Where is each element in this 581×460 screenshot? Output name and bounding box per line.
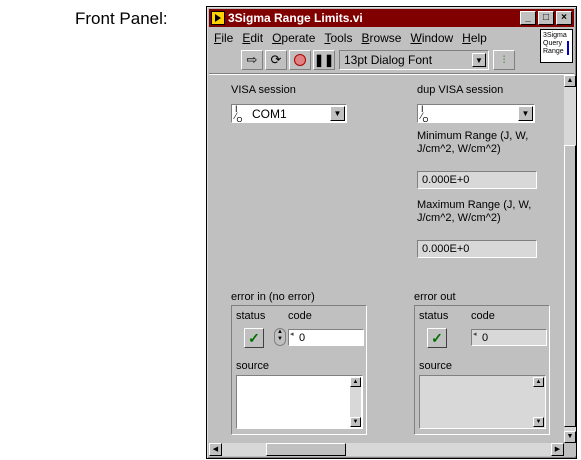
max-range-value: 0.000E+0 bbox=[422, 243, 470, 255]
error-out-code-label: code bbox=[471, 310, 495, 322]
dup-visa-session-label: dup VISA session bbox=[417, 84, 504, 96]
error-out-status-indicator: ✓ bbox=[427, 328, 447, 348]
panel-vertical-scrollbar[interactable]: ▲ ▼ bbox=[564, 75, 576, 443]
run-arrow-icon[interactable]: ⇨ bbox=[241, 50, 263, 70]
scroll-down-icon[interactable]: ▼ bbox=[350, 417, 361, 427]
front-panel: VISA session I ⁄O COM1 ▼ dup VISA session… bbox=[209, 75, 564, 443]
code-increment-decrement-icon[interactable]: ▲ ▼ bbox=[274, 328, 286, 346]
visa-session-value: COM1 bbox=[252, 106, 287, 121]
io-icon: I ⁄O bbox=[235, 104, 243, 124]
error-in-status-checkbox[interactable]: ✓ bbox=[244, 328, 264, 348]
vi-icon-text: 3Sigma Query Range bbox=[543, 32, 567, 55]
panel-horizontal-scrollbar[interactable]: ◀ ▶ bbox=[209, 443, 564, 456]
vi-connector-icon[interactable]: 3Sigma Query Range bbox=[540, 29, 573, 63]
scroll-left-icon[interactable]: ◀ bbox=[209, 443, 222, 456]
numeric-type-icon: ◂ bbox=[473, 331, 477, 338]
scroll-up-icon[interactable]: ▲ bbox=[533, 377, 544, 387]
run-continuous-icon[interactable]: ⟳ bbox=[265, 50, 287, 70]
window-title: 3Sigma Range Limits.vi bbox=[228, 11, 363, 25]
error-out-code-value: 0 bbox=[482, 331, 489, 344]
abort-icon[interactable] bbox=[289, 50, 311, 70]
error-in-code-label: code bbox=[288, 310, 312, 322]
menu-help[interactable]: Help bbox=[462, 31, 487, 45]
error-out-cluster: status code ✓ ◂ 0 source ▲ ▼ bbox=[414, 305, 550, 435]
chevron-down-icon[interactable]: ▼ bbox=[330, 106, 345, 121]
resize-grip-icon[interactable] bbox=[564, 443, 576, 456]
io-icon: I ⁄O bbox=[421, 104, 429, 124]
max-range-label: Maximum Range (J, W, J/cm^2, W/cm^2) bbox=[417, 199, 532, 224]
visa-session-label: VISA session bbox=[231, 84, 296, 96]
error-in-status-label: status bbox=[236, 310, 266, 322]
scroll-thumb[interactable] bbox=[564, 145, 576, 427]
error-in-code-field[interactable]: ◂ 0 bbox=[288, 329, 364, 346]
labview-vi-icon bbox=[211, 11, 225, 25]
font-ring[interactable]: 13pt Dialog Font ▼ bbox=[339, 50, 489, 70]
visa-session-control[interactable]: I ⁄O COM1 ▼ bbox=[231, 104, 347, 123]
vertical-scrollbar[interactable]: ▲ ▼ bbox=[350, 377, 361, 427]
minimize-button[interactable]: _ bbox=[520, 11, 536, 25]
menu-operate[interactable]: Operate bbox=[272, 31, 315, 45]
maximize-button[interactable]: □ bbox=[538, 11, 554, 25]
min-range-label: Minimum Range (J, W, J/cm^2, W/cm^2) bbox=[417, 130, 529, 155]
error-out-source-label: source bbox=[419, 360, 453, 372]
min-range-indicator: 0.000E+0 bbox=[417, 171, 537, 189]
menu-tools[interactable]: Tools bbox=[324, 31, 352, 45]
menu-window[interactable]: Window bbox=[410, 31, 453, 45]
menu-file[interactable]: File bbox=[214, 31, 233, 45]
scroll-up-icon[interactable]: ▲ bbox=[350, 377, 361, 387]
error-out-source-field: ▲ ▼ bbox=[419, 375, 546, 429]
menu-edit[interactable]: Edit bbox=[242, 31, 263, 45]
scroll-thumb[interactable] bbox=[266, 443, 346, 456]
front-panel-caption: Front Panel: bbox=[75, 9, 168, 28]
vi-icon-arrow bbox=[567, 41, 569, 55]
numeric-type-icon: ◂ bbox=[290, 331, 294, 338]
max-range-indicator: 0.000E+0 bbox=[417, 240, 537, 258]
close-button[interactable]: × bbox=[556, 11, 572, 25]
error-in-code-value: 0 bbox=[299, 331, 306, 344]
error-out-status-label: status bbox=[419, 310, 449, 322]
min-range-value: 0.000E+0 bbox=[422, 174, 470, 186]
scroll-down-icon[interactable]: ▼ bbox=[533, 417, 544, 427]
chevron-down-icon[interactable]: ▼ bbox=[518, 106, 533, 121]
chevron-down-icon[interactable]: ▼ bbox=[472, 53, 486, 67]
scroll-down-icon[interactable]: ▼ bbox=[564, 431, 576, 443]
scroll-right-icon[interactable]: ▶ bbox=[551, 443, 564, 456]
dup-visa-session-indicator[interactable]: I ⁄O ▼ bbox=[417, 104, 535, 123]
error-out-code-field: ◂ 0 bbox=[471, 329, 547, 346]
toolbar: ⇨ ⟳ ❚❚ 13pt Dialog Font ▼ ⫶ bbox=[209, 48, 536, 72]
menu-browse[interactable]: Browse bbox=[361, 31, 401, 45]
vertical-scrollbar[interactable]: ▲ ▼ bbox=[533, 377, 544, 427]
error-in-source-label: source bbox=[236, 360, 270, 372]
error-out-label: error out bbox=[414, 291, 456, 303]
align-icon[interactable]: ⫶ bbox=[493, 50, 515, 70]
error-in-cluster: status code ✓ ▲ ▼ ◂ 0 source ▲ ▼ bbox=[231, 305, 367, 435]
font-ring-value: 13pt Dialog Font bbox=[344, 53, 433, 67]
scroll-up-icon[interactable]: ▲ bbox=[564, 75, 576, 87]
pause-icon[interactable]: ❚❚ bbox=[313, 50, 335, 70]
title-bar[interactable]: 3Sigma Range Limits.vi _ □ × bbox=[209, 9, 574, 27]
error-in-label: error in (no error) bbox=[231, 291, 315, 303]
error-in-source-field[interactable]: ▲ ▼ bbox=[236, 375, 363, 429]
menu-bar: File Edit Operate Tools Browse Window He… bbox=[209, 28, 574, 47]
vi-window: 3Sigma Range Limits.vi _ □ × File Edit O… bbox=[206, 6, 577, 459]
